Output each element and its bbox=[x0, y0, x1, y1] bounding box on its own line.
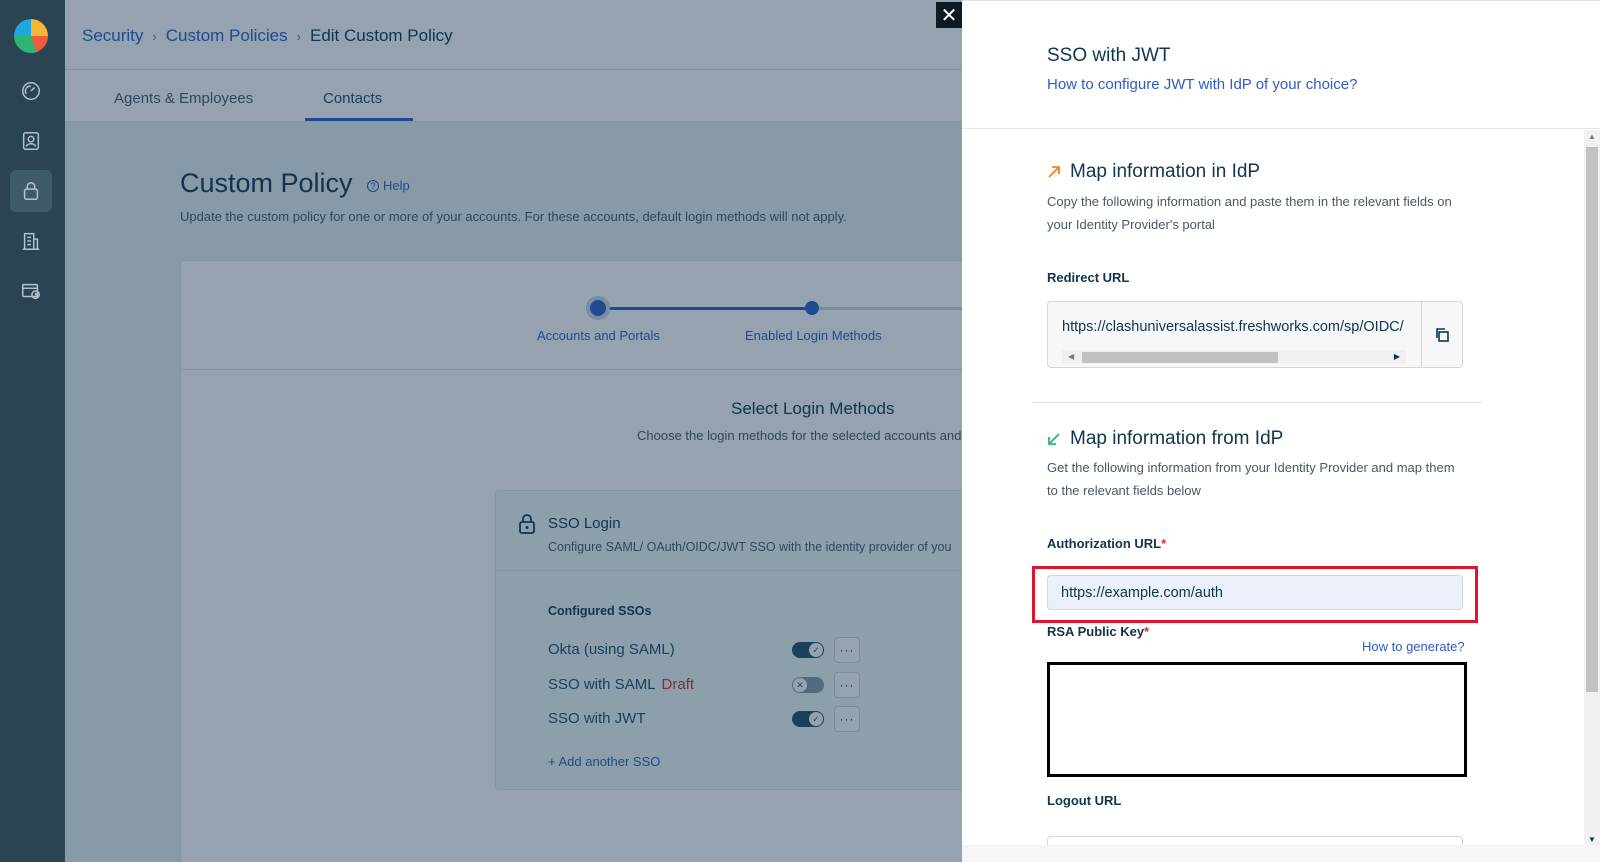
scroll-left-icon[interactable]: ◀ bbox=[1068, 352, 1074, 361]
scrollbar-thumb[interactable] bbox=[1586, 147, 1598, 692]
scroll-up-icon[interactable]: ▲ bbox=[1588, 132, 1596, 141]
app-sidebar bbox=[0, 0, 65, 862]
map-from-idp-title: Map information from IdP bbox=[1047, 428, 1283, 450]
authorization-url-label: Authorization URL* bbox=[1047, 536, 1167, 551]
required-mark: * bbox=[1144, 624, 1150, 639]
highlight-box bbox=[1032, 566, 1478, 623]
sso-jwt-drawer: SSO with JWT How to configure JWT with I… bbox=[962, 0, 1600, 862]
redirect-url-field[interactable]: https://clashuniversalassist.freshworks.… bbox=[1047, 301, 1463, 368]
how-to-generate-link[interactable]: How to generate? bbox=[1362, 639, 1465, 654]
required-mark: * bbox=[1161, 536, 1167, 551]
main-content: Security › Custom Policies › Edit Custom… bbox=[65, 0, 962, 862]
arrow-down-left-icon bbox=[1048, 433, 1060, 445]
arrow-up-right-icon bbox=[1048, 166, 1060, 178]
logout-url-label: Logout URL bbox=[1047, 793, 1122, 808]
copy-button[interactable] bbox=[1421, 302, 1462, 367]
vertical-scrollbar[interactable]: ▲ ▼ bbox=[1584, 130, 1600, 846]
freshworks-logo[interactable] bbox=[14, 19, 48, 53]
redirect-url-label: Redirect URL bbox=[1047, 270, 1130, 285]
modal-backdrop[interactable] bbox=[65, 0, 962, 862]
dashboard-icon[interactable] bbox=[10, 70, 52, 112]
map-from-idp-description: Get the following information from your … bbox=[1047, 460, 1455, 498]
map-in-idp-title: Map information in IdP bbox=[1047, 161, 1260, 183]
scrollbar-thumb[interactable] bbox=[1082, 352, 1278, 363]
drawer-footer bbox=[962, 845, 1600, 862]
close-drawer-button[interactable]: ✕ bbox=[936, 2, 962, 28]
copy-icon bbox=[1436, 327, 1449, 342]
drawer-header: SSO with JWT How to configure JWT with I… bbox=[962, 1, 1600, 129]
security-lock-icon[interactable] bbox=[10, 170, 52, 212]
horizontal-scrollbar[interactable]: ◀ ▶ bbox=[1062, 350, 1406, 364]
section-divider bbox=[1032, 402, 1482, 403]
rsa-public-key-label: RSA Public Key* bbox=[1047, 624, 1150, 639]
billing-icon[interactable] bbox=[10, 270, 52, 312]
drawer-body: Map information in IdP Copy the followin… bbox=[962, 130, 1584, 846]
redirect-url-value[interactable]: https://clashuniversalassist.freshworks.… bbox=[1062, 319, 1412, 335]
scroll-right-icon[interactable]: ▶ bbox=[1394, 352, 1400, 361]
contacts-icon[interactable] bbox=[10, 120, 52, 162]
rsa-public-key-textarea[interactable] bbox=[1047, 662, 1467, 777]
organization-icon[interactable] bbox=[10, 220, 52, 262]
map-in-idp-description: Copy the following information and paste… bbox=[1047, 194, 1452, 232]
scroll-down-icon[interactable]: ▼ bbox=[1588, 835, 1596, 844]
drawer-title: SSO with JWT bbox=[1047, 45, 1171, 66]
configure-jwt-help-link[interactable]: How to configure JWT with IdP of your ch… bbox=[1047, 76, 1357, 93]
